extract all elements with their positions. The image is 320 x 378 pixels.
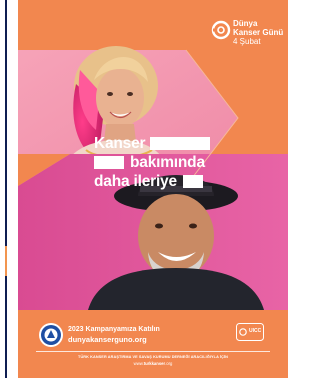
edge-rule (5, 0, 7, 378)
site-prefix: www. (133, 361, 144, 366)
campaign-poster: Dünya Kanser Günü 4 Şubat Kanser bakımın… (18, 0, 288, 378)
document-edge (0, 0, 18, 378)
campaign-title: 2023 Kampanyamıza Katılın (68, 326, 160, 333)
headline-blank-box (182, 175, 203, 188)
logo-date: 4 Şubat (233, 37, 261, 46)
uicc-label: UICC (249, 328, 262, 334)
association-seal-icon (39, 323, 63, 347)
association-credit: TÜRK KANSER ARAŞTIRMA VE SAVAŞ KURUMU DE… (78, 355, 228, 359)
edge-rule-accent (5, 246, 7, 276)
headline-word-2: bakımında (130, 154, 205, 171)
logo-title-line1: Dünya (233, 19, 258, 28)
logo-title-line2: Kanser Günü (233, 28, 284, 37)
headline-line-3: daha ileriye (94, 172, 284, 191)
association-website-link[interactable]: www.turkkanser.org (18, 361, 288, 366)
headline-blank-box (94, 156, 124, 169)
headline-line-2: bakımında (94, 153, 284, 172)
world-cancer-day-logo: Dünya Kanser Günü 4 Şubat (211, 18, 285, 52)
headline-blank-box (150, 137, 211, 150)
headline-word-3: daha ileriye (94, 173, 177, 190)
headline-word-1: Kanser (94, 135, 146, 152)
headline-line-1: Kanser (94, 134, 284, 153)
poster-footer: 2023 Kampanyamıza Katılın dunyakansergun… (18, 310, 288, 378)
campaign-headline: Kanser bakımında daha ileriye (94, 134, 284, 191)
footer-divider (36, 351, 270, 352)
site-bold: turkkanser (143, 361, 166, 366)
site-suffix: .org (165, 361, 173, 366)
campaign-url-link[interactable]: dunyakanserguno.org (68, 335, 147, 344)
logo-mark-icon (211, 20, 231, 40)
logo-text: Dünya Kanser Günü 4 Şubat (233, 19, 283, 46)
